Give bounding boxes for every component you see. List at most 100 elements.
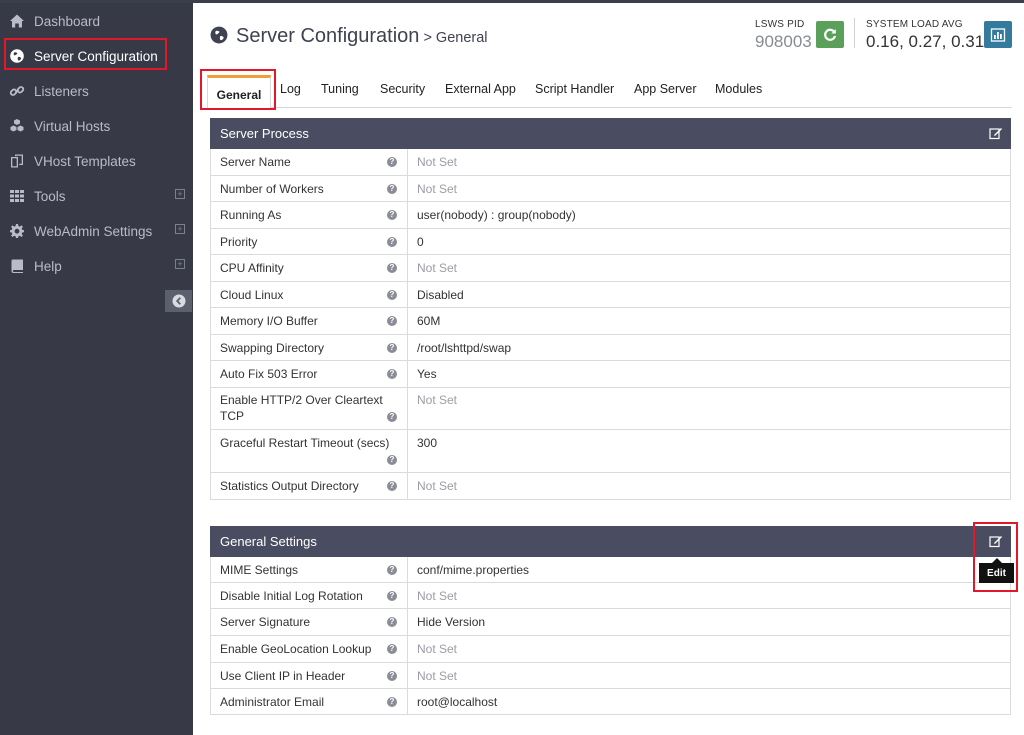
column-divider (407, 361, 408, 387)
column-divider (407, 636, 408, 662)
sidebar-item-dashboard[interactable]: Dashboard (0, 4, 193, 38)
row-value: Not Set (417, 261, 458, 275)
help-icon[interactable]: ? (387, 263, 397, 273)
row-label: Administrator Email (220, 695, 325, 709)
help-icon[interactable]: ? (387, 210, 397, 220)
row-label: CPU Affinity (220, 261, 284, 275)
help-icon[interactable]: ? (387, 369, 397, 379)
arrow-left-circle-icon (172, 294, 185, 308)
pid-value: 908003 (755, 32, 812, 51)
row-value: Yes (417, 367, 437, 381)
expand-plus-icon[interactable]: + (175, 224, 185, 234)
column-divider (407, 388, 408, 429)
row-label: Disable Initial Log Rotation (220, 589, 363, 603)
row-value: Not Set (417, 589, 458, 603)
column-divider (407, 335, 408, 360)
expand-plus-icon[interactable]: + (175, 259, 185, 269)
row-value: 0 (417, 235, 424, 249)
table-row: Administrator Email ? root@localhost (210, 689, 1011, 715)
table-row: Swapping Directory ? /root/lshttpd/swap (210, 335, 1011, 361)
help-icon[interactable]: ? (387, 481, 397, 491)
column-divider (407, 149, 408, 175)
row-label: MIME Settings (220, 563, 299, 577)
help-icon[interactable]: ? (387, 617, 397, 627)
highlight-box-general-tab (200, 69, 276, 110)
sidebar-item-label: VHost Templates (34, 153, 136, 169)
sidebar-item-label: Listeners (34, 83, 89, 99)
refresh-icon (824, 28, 837, 41)
sidebar-item-label: Virtual Hosts (34, 118, 111, 134)
panel-title: Server Process (220, 126, 309, 141)
pid-label: LSWS PID (755, 19, 805, 30)
tab-script-handler[interactable]: Script Handler (535, 82, 614, 96)
help-icon[interactable]: ? (387, 644, 397, 654)
bar-chart-icon (990, 27, 1006, 42)
column-divider (407, 176, 408, 201)
highlight-box-server-configuration (4, 38, 167, 70)
tab-app-server[interactable]: App Server (634, 82, 697, 96)
home-icon (0, 13, 34, 29)
help-icon[interactable]: ? (387, 455, 397, 465)
row-label: Server Signature (220, 615, 311, 629)
table-row: Statistics Output Directory ? Not Set (210, 473, 1011, 500)
help-icon[interactable]: ? (387, 290, 397, 300)
sidebar-item-webadmin-settings[interactable]: WebAdmin Settings + (0, 214, 193, 248)
edit-icon[interactable] (989, 126, 1003, 140)
help-icon[interactable]: ? (387, 343, 397, 353)
panel-title: General Settings (220, 534, 317, 549)
table-row: Priority ? 0 (210, 229, 1011, 255)
tab-external-app[interactable]: External App (445, 82, 516, 96)
row-value: Not Set (417, 669, 458, 683)
globe-icon (210, 26, 228, 44)
sidebar-item-tools[interactable]: Tools + (0, 179, 193, 213)
server-process-header: Server Process (210, 118, 1011, 149)
row-label: Cloud Linux (220, 288, 284, 302)
tab-security[interactable]: Security (380, 82, 425, 96)
row-value: Not Set (417, 479, 458, 493)
restart-button[interactable] (816, 21, 844, 48)
page-title: Server Configuration > General (210, 24, 488, 48)
sidebar-item-listeners[interactable]: Listeners (0, 74, 193, 108)
sidebar-item-help[interactable]: Help + (0, 249, 193, 283)
help-icon[interactable]: ? (387, 565, 397, 575)
table-row: Running As ? user(nobody) : group(nobody… (210, 202, 1011, 229)
sidebar-item-label: Tools (34, 188, 66, 204)
sidebar-item-label: Dashboard (34, 13, 101, 29)
table-row: Server Signature ? Hide Version (210, 609, 1011, 636)
copy-icon (0, 153, 34, 169)
row-label: Number of Workers (220, 182, 324, 196)
row-value: Disabled (417, 288, 464, 302)
sidebar-item-virtual-hosts[interactable]: Virtual Hosts (0, 109, 193, 143)
help-icon[interactable]: ? (387, 316, 397, 326)
table-row: Memory I/O Buffer ? 60M (210, 308, 1011, 335)
load-label: SYSTEM LOAD AVG (866, 19, 963, 30)
help-icon[interactable]: ? (387, 591, 397, 601)
row-label: Enable HTTP/2 Over Cleartext TCP (220, 393, 383, 423)
tab-log[interactable]: Log (280, 82, 301, 96)
header-divider (854, 18, 855, 48)
collapse-sidebar-button[interactable] (165, 290, 192, 312)
row-label: Statistics Output Directory (220, 479, 359, 493)
help-icon[interactable]: ? (387, 157, 397, 167)
column-divider (407, 663, 408, 688)
column-divider (407, 308, 408, 334)
row-value: Not Set (417, 642, 458, 656)
row-label: Use Client IP in Header (220, 669, 346, 683)
column-divider (407, 583, 408, 608)
table-row: Disable Initial Log Rotation ? Not Set (210, 583, 1011, 609)
help-icon[interactable]: ? (387, 184, 397, 194)
stats-chart-button[interactable] (984, 21, 1012, 48)
column-divider (407, 202, 408, 228)
sidebar-item-vhost-templates[interactable]: VHost Templates (0, 144, 193, 178)
help-icon[interactable]: ? (387, 412, 397, 422)
expand-plus-icon[interactable]: + (175, 189, 185, 199)
tab-modules[interactable]: Modules (715, 82, 762, 96)
table-row: Use Client IP in Header ? Not Set (210, 663, 1011, 689)
grid-icon (0, 188, 34, 204)
column-divider (407, 689, 408, 714)
tab-tuning[interactable]: Tuning (321, 82, 359, 96)
table-row: Graceful Restart Timeout (secs) ? 300 (210, 430, 1011, 473)
help-icon[interactable]: ? (387, 671, 397, 681)
help-icon[interactable]: ? (387, 237, 397, 247)
help-icon[interactable]: ? (387, 697, 397, 707)
